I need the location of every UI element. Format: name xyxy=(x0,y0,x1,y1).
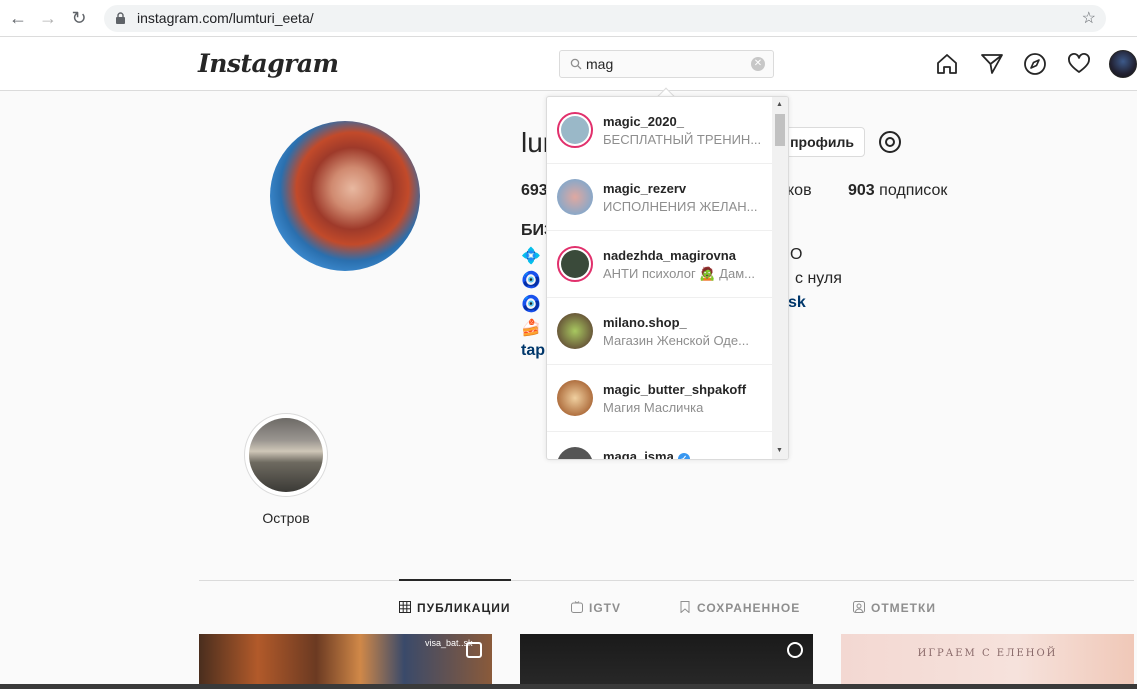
avatar xyxy=(557,447,593,459)
address-bar[interactable]: instagram.com/lumturi_eeta/ ☆ xyxy=(104,5,1106,32)
taskbar-edge xyxy=(0,684,1137,689)
result-subtitle: ИСПОЛНЕНИЯ ЖЕЛАН... xyxy=(603,199,758,214)
back-icon[interactable]: ← xyxy=(8,8,28,28)
result-subtitle: БЕСПЛАТНЫЙ ТРЕНИН... xyxy=(603,132,762,147)
video-icon xyxy=(787,642,803,658)
search-input[interactable] xyxy=(586,55,746,73)
bio-line-tail: с нуля xyxy=(795,270,842,287)
dropdown-scrollbar[interactable]: ▲ ▼ xyxy=(772,97,788,459)
clear-search-icon[interactable]: ✕ xyxy=(751,57,765,71)
avatar xyxy=(557,112,593,148)
direct-icon[interactable] xyxy=(980,52,1004,76)
search-results-dropdown: magic_2020_ БЕСПЛАТНЫЙ ТРЕНИН... magic_r… xyxy=(546,96,789,460)
profile-picture[interactable] xyxy=(270,121,420,271)
search-result-item[interactable]: magic_rezerv ИСПОЛНЕНИЯ ЖЕЛАН... xyxy=(547,164,773,231)
tag-icon xyxy=(853,601,865,613)
instagram-logo[interactable]: Instagram xyxy=(198,49,339,78)
search-icon xyxy=(570,58,582,70)
result-username: maga_isma ✓ xyxy=(603,449,690,459)
avatar xyxy=(557,313,593,349)
tab-tagged[interactable]: ОТМЕТКИ xyxy=(853,601,936,615)
scroll-up-icon[interactable]: ▲ xyxy=(776,101,783,108)
gear-icon[interactable] xyxy=(876,128,904,156)
result-username: milano.shop_ xyxy=(603,315,687,330)
tab-saved[interactable]: СОХРАНЕННОЕ xyxy=(679,601,800,615)
result-username: magic_2020_ xyxy=(603,114,684,129)
tabs-divider xyxy=(199,580,1134,581)
result-username: magic_butter_shpakoff xyxy=(603,382,747,397)
carousel-icon xyxy=(466,642,482,658)
search-result-item[interactable]: nadezhda_magirovna АНТИ психолог 🧟 Дам..… xyxy=(547,231,773,298)
post-thumbnail[interactable] xyxy=(520,634,813,689)
search-box[interactable]: ✕ xyxy=(559,50,774,78)
avatar xyxy=(557,380,593,416)
following-count[interactable]: 903 подписок xyxy=(848,182,947,200)
search-result-item[interactable]: maga_isma ✓ xyxy=(547,432,773,459)
url-text: instagram.com/lumturi_eeta/ xyxy=(137,10,314,26)
igtv-icon xyxy=(571,601,583,613)
verified-badge-icon: ✓ xyxy=(677,453,690,459)
avatar xyxy=(557,246,593,282)
avatar[interactable] xyxy=(1109,50,1137,78)
posts-count: 693 xyxy=(521,182,548,199)
result-subtitle: Магия Масличка xyxy=(603,400,704,415)
bookmark-icon xyxy=(680,601,690,613)
home-icon[interactable] xyxy=(935,52,959,76)
heart-icon[interactable] xyxy=(1067,52,1091,76)
followers-count[interactable]: ков xyxy=(787,182,812,200)
scroll-thumb[interactable] xyxy=(775,114,785,146)
star-icon[interactable]: ☆ xyxy=(1082,8,1096,28)
tab-posts[interactable]: ПУБЛИКАЦИИ xyxy=(399,601,510,615)
forward-icon[interactable]: → xyxy=(38,8,58,28)
result-username: nadezhda_magirovna xyxy=(603,248,736,263)
post-thumbnail[interactable]: ИГРАЕМ С ЕЛЕНОЙ xyxy=(841,634,1134,689)
bio-link[interactable]: sk xyxy=(788,294,806,312)
explore-icon[interactable] xyxy=(1023,52,1047,76)
grid-icon xyxy=(399,601,411,613)
result-username: magic_rezerv xyxy=(603,181,687,196)
avatar xyxy=(557,179,593,215)
result-subtitle: АНТИ психолог 🧟 Дам... xyxy=(603,266,755,281)
post-thumbnail[interactable]: visa_bat..sk xyxy=(199,634,492,689)
search-result-item[interactable]: magic_butter_shpakoff Магия Масличка xyxy=(547,365,773,432)
instagram-header: Instagram ✕ xyxy=(0,37,1137,91)
tab-igtv[interactable]: IGTV xyxy=(571,601,621,615)
search-result-item[interactable]: milano.shop_ Магазин Женской Оде... xyxy=(547,298,773,365)
browser-toolbar: ← → ↻ instagram.com/lumturi_eeta/ ☆ xyxy=(0,0,1137,37)
lock-icon xyxy=(116,12,125,24)
scroll-down-icon[interactable]: ▼ xyxy=(776,447,783,454)
search-result-item[interactable]: magic_2020_ БЕСПЛАТНЫЙ ТРЕНИН... xyxy=(547,97,773,164)
story-highlight[interactable] xyxy=(244,413,328,497)
reload-icon[interactable]: ↻ xyxy=(69,8,89,28)
highlight-label: Остров xyxy=(262,510,310,526)
post-caption: ИГРАЕМ С ЕЛЕНОЙ xyxy=(917,648,1058,659)
active-tab-indicator xyxy=(399,579,511,581)
highlight-cover xyxy=(249,418,323,492)
result-subtitle: Магазин Женской Оде... xyxy=(603,333,749,348)
bio-line-tail: O xyxy=(790,246,803,263)
